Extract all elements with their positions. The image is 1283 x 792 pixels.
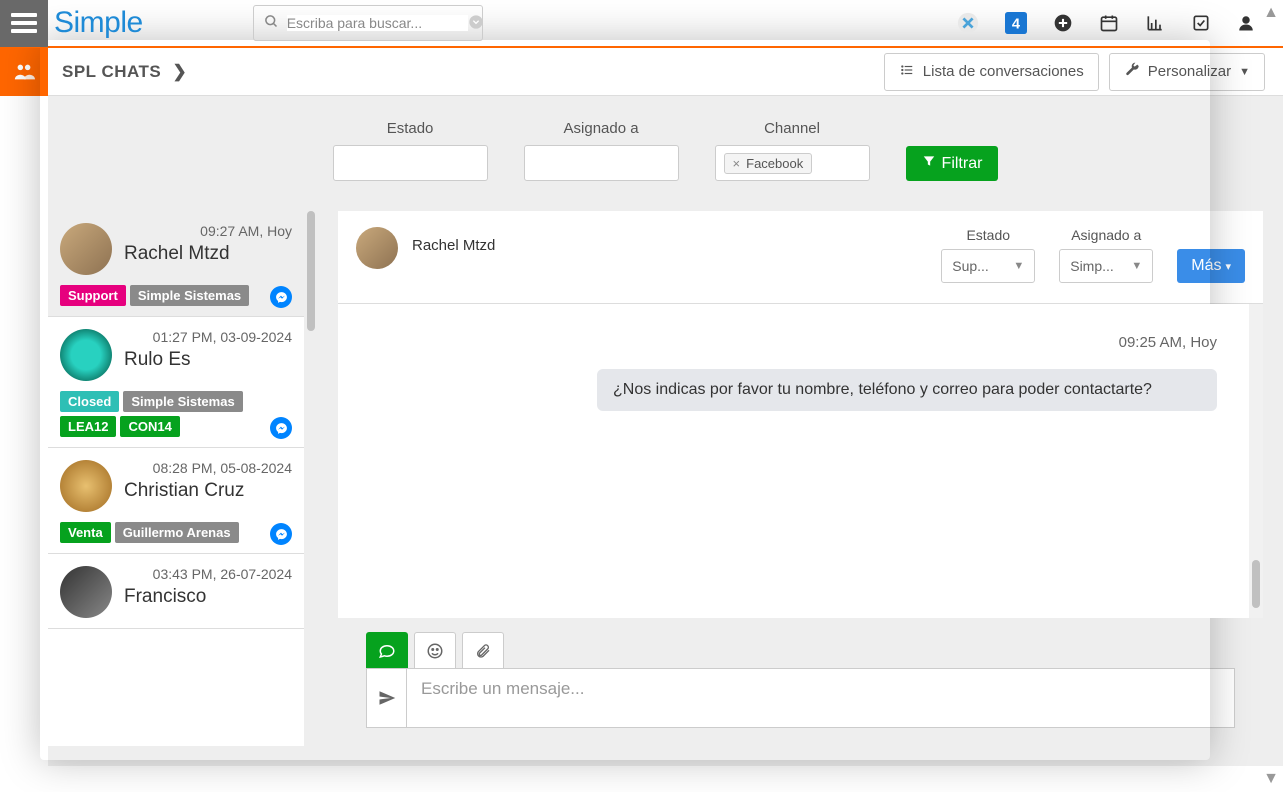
app-logo[interactable]: Simple bbox=[54, 6, 143, 40]
conversation-name: Christian Cruz bbox=[124, 480, 292, 502]
app-icon-x[interactable] bbox=[957, 12, 979, 34]
conversations-list-label: Lista de conversaciones bbox=[923, 63, 1084, 80]
conversation-tag: Support bbox=[60, 285, 126, 306]
chart-icon[interactable] bbox=[1145, 13, 1165, 33]
composer bbox=[338, 618, 1263, 746]
user-icon[interactable] bbox=[1237, 13, 1255, 33]
conversation-name: Rachel Mtzd bbox=[124, 243, 292, 265]
conversation-tag: LEA12 bbox=[60, 416, 116, 437]
global-search[interactable] bbox=[253, 5, 483, 41]
filter-asignado-label: Asignado a bbox=[564, 120, 639, 137]
conversation-avatar bbox=[60, 329, 112, 381]
message-bubble: ¿Nos indicas por favor tu nombre, teléfo… bbox=[597, 369, 1217, 411]
conversation-tags: SupportSimple Sistemas bbox=[60, 285, 292, 306]
message-timestamp: 09:25 AM, Hoy bbox=[366, 334, 1217, 351]
conversation-avatar bbox=[60, 460, 112, 512]
conversation-tag: CON14 bbox=[120, 416, 179, 437]
conversation-item[interactable]: 03:43 PM, 26-07-2024 Francisco bbox=[48, 554, 304, 629]
chevron-right-icon: ❯ bbox=[173, 62, 188, 81]
add-icon[interactable] bbox=[1053, 13, 1073, 33]
conversation-item[interactable]: 08:28 PM, 05-08-2024 Christian Cruz Vent… bbox=[48, 448, 304, 554]
conversation-list: 09:27 AM, Hoy Rachel Mtzd SupportSimple … bbox=[48, 211, 304, 746]
filter-estado-label: Estado bbox=[387, 120, 434, 137]
composer-tab-attachment[interactable] bbox=[462, 632, 504, 668]
filter-channel-label: Channel bbox=[764, 120, 820, 137]
chevron-down-icon: ▼ bbox=[1131, 260, 1142, 272]
messenger-icon bbox=[270, 417, 292, 439]
search-input[interactable] bbox=[287, 15, 468, 31]
contact-name[interactable]: Rachel Mtzd bbox=[412, 227, 495, 254]
module-icon[interactable] bbox=[0, 48, 48, 96]
chat-asignado-value: Simp... bbox=[1070, 258, 1114, 274]
filter-bar: Estado Asignado a Channel × Facebook bbox=[333, 96, 999, 211]
message-area: 09:25 AM, Hoy ¿Nos indicas por favor tu … bbox=[338, 304, 1263, 618]
chat-estado-label: Estado bbox=[966, 227, 1010, 243]
caret-down-icon: ▼ bbox=[1239, 66, 1250, 78]
filter-button[interactable]: Filtrar bbox=[906, 146, 999, 181]
calendar-icon[interactable] bbox=[1099, 13, 1119, 33]
more-button[interactable]: Más ▾ bbox=[1177, 249, 1245, 283]
conversation-tag: Simple Sistemas bbox=[123, 391, 242, 412]
chat-header: Rachel Mtzd Estado Sup... ▼ Asignado a bbox=[338, 211, 1263, 304]
customize-button[interactable]: Personalizar ▼ bbox=[1109, 53, 1265, 91]
caret-down-icon: ▾ bbox=[1225, 260, 1231, 273]
filter-estado-input[interactable] bbox=[333, 145, 488, 181]
conversation-time: 08:28 PM, 05-08-2024 bbox=[124, 460, 292, 476]
conversation-time: 09:27 AM, Hoy bbox=[124, 223, 292, 239]
composer-tab-message[interactable] bbox=[366, 632, 408, 668]
conversation-list-scrollbar[interactable] bbox=[304, 211, 318, 746]
conversation-item[interactable]: 09:27 AM, Hoy Rachel Mtzd SupportSimple … bbox=[48, 211, 304, 317]
conversation-tag: Closed bbox=[60, 391, 119, 412]
messenger-icon bbox=[270, 523, 292, 545]
conversation-tags: ClosedSimple Sistemas LEA12CON14 bbox=[60, 391, 292, 437]
search-dropdown-icon[interactable] bbox=[468, 14, 484, 33]
conversation-avatar bbox=[60, 566, 112, 618]
conversation-tags: VentaGuillermo Arenas bbox=[60, 522, 292, 543]
composer-tab-emoji[interactable] bbox=[414, 632, 456, 668]
messages-scrollbar[interactable] bbox=[1249, 304, 1263, 618]
filter-channel-tag-label: Facebook bbox=[746, 156, 803, 171]
tag-remove-icon[interactable]: × bbox=[733, 156, 741, 171]
conversations-list-button[interactable]: Lista de conversaciones bbox=[884, 53, 1099, 91]
svg-text:4: 4 bbox=[1012, 17, 1021, 33]
conversation-tag: Guillermo Arenas bbox=[115, 522, 239, 543]
page-scroll-down-icon[interactable]: ▼ bbox=[1263, 770, 1279, 788]
conversation-time: 03:43 PM, 26-07-2024 bbox=[124, 566, 292, 582]
message-input[interactable] bbox=[406, 668, 1235, 728]
chat-estado-value: Sup... bbox=[952, 258, 989, 274]
send-button[interactable] bbox=[366, 668, 406, 728]
chat-estado-select[interactable]: Sup... ▼ bbox=[941, 249, 1035, 283]
more-button-label: Más bbox=[1191, 257, 1221, 275]
filter-channel-tag[interactable]: × Facebook bbox=[724, 153, 813, 174]
conversation-time: 01:27 PM, 03-09-2024 bbox=[124, 329, 292, 345]
main-menu-button[interactable] bbox=[0, 0, 48, 47]
filter-icon bbox=[922, 154, 936, 173]
chat-asignado-label: Asignado a bbox=[1071, 227, 1141, 243]
page-scroll-up-icon[interactable]: ▲ bbox=[1263, 4, 1279, 22]
conversation-item[interactable]: 01:27 PM, 03-09-2024 Rulo Es ClosedSimpl… bbox=[48, 317, 304, 448]
app-icon-four[interactable]: 4 bbox=[1005, 12, 1027, 34]
conversation-avatar bbox=[60, 223, 112, 275]
conversation-tag: Simple Sistemas bbox=[130, 285, 249, 306]
contact-avatar[interactable] bbox=[356, 227, 398, 269]
conversation-tag: Venta bbox=[60, 522, 111, 543]
module-title-text: SPL CHATS bbox=[62, 62, 161, 81]
tasks-icon[interactable] bbox=[1191, 13, 1211, 33]
filter-channel-input[interactable]: × Facebook bbox=[715, 145, 870, 181]
chat-asignado-select[interactable]: Simp... ▼ bbox=[1059, 249, 1153, 283]
chevron-down-icon: ▼ bbox=[1013, 260, 1024, 272]
conversation-name: Francisco bbox=[124, 586, 292, 608]
filter-button-label: Filtrar bbox=[942, 155, 983, 173]
conversation-name: Rulo Es bbox=[124, 349, 292, 371]
messenger-icon bbox=[270, 286, 292, 308]
module-title[interactable]: SPL CHATS ❯ bbox=[62, 62, 187, 82]
customize-label: Personalizar bbox=[1148, 63, 1231, 80]
filter-asignado-input[interactable] bbox=[524, 145, 679, 181]
wrench-icon bbox=[1124, 62, 1140, 82]
list-icon bbox=[899, 63, 915, 81]
hamburger-icon bbox=[11, 13, 37, 33]
search-icon bbox=[264, 14, 279, 32]
